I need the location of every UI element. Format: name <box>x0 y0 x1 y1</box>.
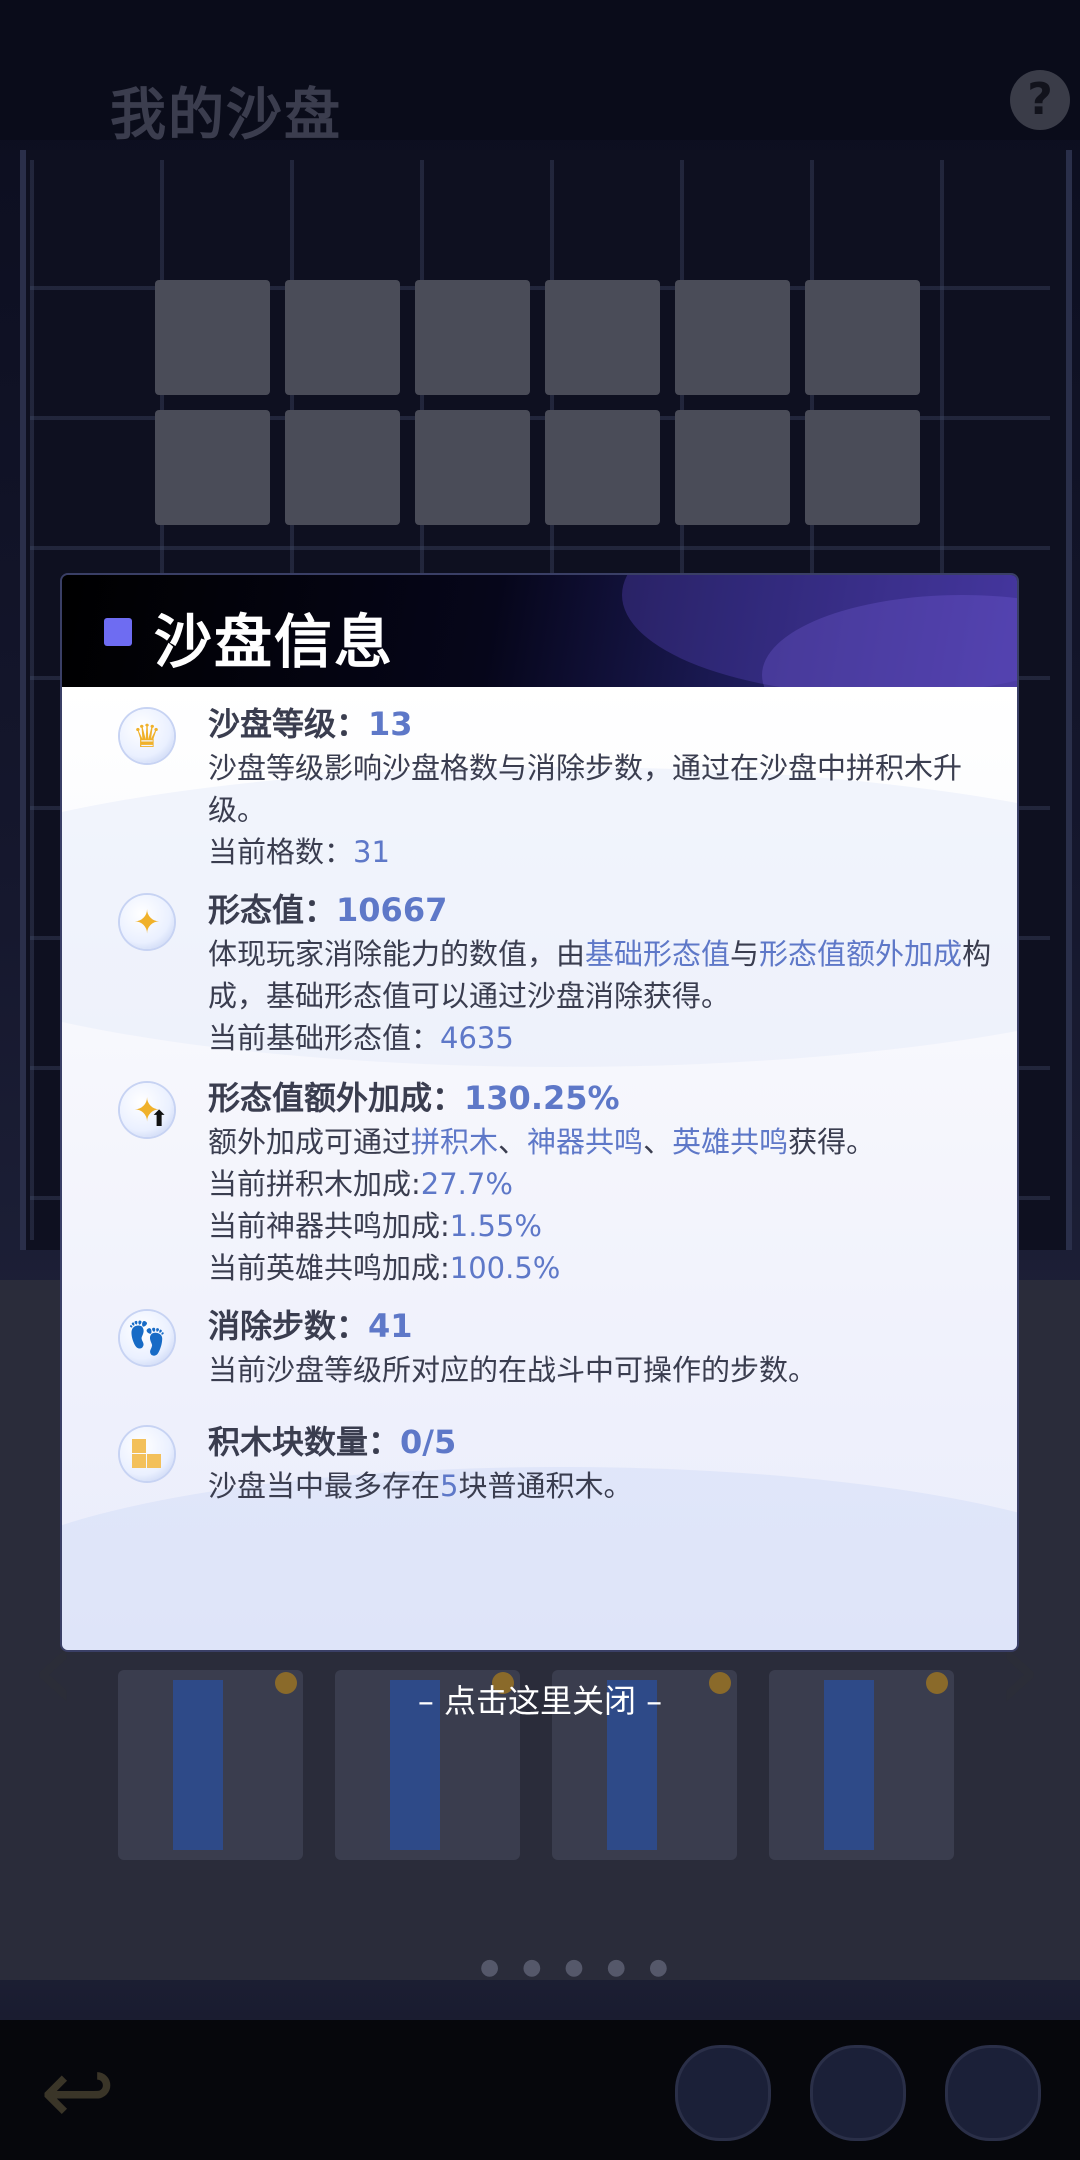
link-blocks[interactable]: 拼积木 <box>411 1125 498 1159</box>
board-tile <box>805 410 920 525</box>
link-hero-resonance[interactable]: 英雄共鸣 <box>672 1125 788 1159</box>
header-square-icon <box>104 618 132 646</box>
section-description: 额外加成可通过拼积木、神器共鸣、英雄共鸣获得。 <box>208 1125 876 1159</box>
sandbox-info-dialog: 沙盘信息 ♛ 沙盘等级：13 沙盘等级影响沙盘格数与消除步数，通过在沙盘中拼积木… <box>62 575 1017 1650</box>
page-title: 我的沙盘 <box>110 83 342 148</box>
dialog-title: 沙盘信息 <box>154 608 395 676</box>
block-count-value: 0/5 <box>400 1423 457 1461</box>
dialog-body: ♛ 沙盘等级：13 沙盘等级影响沙盘格数与消除步数，通过在沙盘中拼积木升级。 当… <box>62 687 1017 1650</box>
back-arrow-icon[interactable]: ↩ <box>40 2040 115 2145</box>
footprint-icon: 👣 <box>120 1311 174 1365</box>
section-title: 沙盘等级：13 <box>208 705 413 743</box>
sparkle-icon: ✦ <box>120 895 174 949</box>
section-title: 消除步数：41 <box>208 1307 413 1345</box>
board-tile <box>805 280 920 395</box>
board-tile <box>545 410 660 525</box>
current-artifact-bonus: 当前神器共鸣加成:1.55% <box>208 1209 542 1243</box>
section-description: 当前沙盘等级所对应的在战斗中可操作的步数。 <box>208 1353 818 1387</box>
link-artifact-resonance[interactable]: 神器共鸣 <box>527 1125 643 1159</box>
board-tile <box>285 410 400 525</box>
link-base-form-value[interactable]: 基础形态值 <box>585 937 730 971</box>
current-hero-bonus: 当前英雄共鸣加成:100.5% <box>208 1251 561 1285</box>
board-tile <box>545 280 660 395</box>
section-title: 积木块数量：0/5 <box>208 1423 457 1461</box>
board-tile <box>415 280 530 395</box>
close-hint-button[interactable]: – 点击这里关闭 – <box>0 1676 1080 1722</box>
bottom-button-3[interactable] <box>945 2045 1041 2141</box>
section-description: 沙盘当中最多存在5块普通积木。 <box>208 1469 633 1503</box>
current-cells: 当前格数：31 <box>208 835 390 869</box>
section-title: 形态值额外加成：130.25% <box>208 1079 620 1117</box>
board-tile <box>285 280 400 395</box>
dialog-header: 沙盘信息 <box>62 575 1017 755</box>
current-block-bonus: 当前拼积木加成:27.7% <box>208 1167 513 1201</box>
sparkle-up-icon: ✦ ⬆ <box>120 1083 174 1137</box>
board-tile <box>155 280 270 395</box>
section-description: 沙盘等级影响沙盘格数与消除步数，通过在沙盘中拼积木升级。 <box>208 751 963 827</box>
page-indicator: ● ● ● ● ● <box>480 1955 676 1980</box>
blocks-icon <box>120 1427 174 1481</box>
board-tile <box>675 410 790 525</box>
board-tile <box>675 280 790 395</box>
section-title: 形态值：10667 <box>208 891 448 929</box>
board-tile <box>415 410 530 525</box>
board-tile <box>155 410 270 525</box>
link-form-bonus[interactable]: 形态值额外加成 <box>759 937 962 971</box>
form-bonus-value: 130.25% <box>464 1079 620 1117</box>
current-base-form-value: 当前基础形态值：4635 <box>208 1021 514 1055</box>
screen: 我的沙盘 ? ‹ › ● ● ● ● ● ↩ 沙盘信息 ♛ 沙盘等级：13 沙盘… <box>0 0 1080 2160</box>
bottom-button-2[interactable] <box>810 2045 906 2141</box>
board-tiles <box>155 280 920 525</box>
bottom-button-1[interactable] <box>675 2045 771 2141</box>
bottom-bar <box>0 2020 1080 2160</box>
sandbox-level-value: 13 <box>368 705 413 743</box>
help-icon[interactable]: ? <box>1010 70 1070 130</box>
crown-icon: ♛ <box>120 709 174 763</box>
form-value: 10667 <box>336 891 448 929</box>
steps-value: 41 <box>368 1307 413 1345</box>
section-description: 体现玩家消除能力的数值，由基础形态值与形态值额外加成构成，基础形态值可以通过沙盘… <box>208 937 992 1013</box>
